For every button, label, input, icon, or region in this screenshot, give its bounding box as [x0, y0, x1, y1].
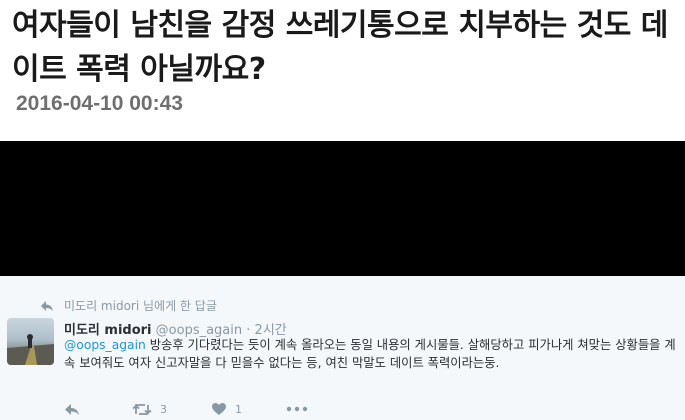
avatar[interactable] [7, 318, 54, 365]
post-date: 2016-04-10 00:43 [16, 92, 183, 115]
heart-icon [212, 403, 226, 415]
redacted-image [0, 141, 685, 276]
article-headline: 여자들이 남친을 감정 쓰레기통으로 치부하는 것도 데이트 폭력 아닐까요? [12, 8, 668, 87]
retweet-count: 3 [160, 402, 167, 416]
retweet-button[interactable]: 3 [132, 403, 167, 416]
like-button[interactable]: 1 [211, 402, 242, 416]
avatar-image [7, 334, 54, 365]
tweet-actions: 3 1 [64, 402, 360, 416]
reply-button[interactable] [64, 403, 88, 416]
reply-context-icon [41, 300, 53, 311]
mention-link[interactable]: @oops_again [64, 338, 146, 352]
tweet-body-text: 방송후 기다렸다는 듯이 계속 올라오는 동일 내용의 게시물들. 살해당하고 … [64, 338, 676, 370]
more-icon [286, 406, 308, 412]
reply-context[interactable]: 미도리 midori 님에게 한 답글 [40, 297, 217, 314]
reply-icon [65, 403, 79, 415]
like-count: 1 [235, 402, 242, 416]
more-button[interactable] [286, 406, 316, 412]
retweet-icon [132, 403, 152, 415]
reply-context-label: 미도리 midori 님에게 한 답글 [64, 299, 217, 313]
tweet-card[interactable]: 미도리 midori 님에게 한 답글 미도리 midori @oops_aga… [0, 276, 685, 420]
tweet-text: @oops_again 방송후 기다렸다는 듯이 계속 올라오는 동일 내용의 … [64, 336, 680, 372]
